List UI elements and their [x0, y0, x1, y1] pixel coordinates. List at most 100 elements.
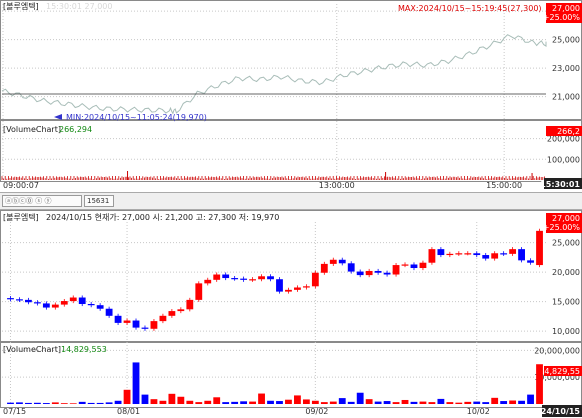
volume-bar	[186, 400, 194, 404]
candle-body	[114, 315, 122, 323]
volume-bar	[276, 401, 283, 404]
volume-bar	[69, 403, 77, 404]
candle-body	[294, 287, 301, 290]
candle-body	[123, 320, 131, 323]
candle-body	[518, 249, 525, 261]
volume-bar	[329, 401, 337, 404]
bottom-volume-value: 14,829,553	[61, 345, 107, 354]
bottom-xtick-label: 08/01	[117, 407, 140, 416]
volume-bar	[42, 403, 50, 404]
candle-body	[383, 272, 391, 275]
candle-body	[338, 259, 346, 264]
volume-bar	[123, 389, 131, 404]
volume-bar	[392, 402, 400, 404]
volume-bar	[33, 402, 41, 404]
volume-bar	[240, 401, 248, 404]
volume-bar	[428, 402, 436, 404]
bottom-current-price: 27,000	[552, 214, 580, 223]
volume-bar	[132, 362, 140, 404]
candle-body	[249, 279, 256, 281]
candle-body	[410, 264, 418, 269]
candle-body	[159, 315, 167, 322]
bottom-volume-badge-text: 4,829,55	[544, 367, 580, 376]
volume-bar	[16, 402, 23, 404]
candle-body	[401, 264, 409, 266]
volume-bar	[527, 394, 534, 404]
date-badge: 24/10/15	[541, 405, 582, 417]
candle-body	[491, 253, 499, 259]
candle-body	[455, 253, 463, 255]
bottom-vol-ytick-label: 20,000,000	[534, 346, 580, 355]
date-badge-text: 24/10/15	[541, 407, 581, 416]
volume-bar	[60, 403, 68, 404]
volume-bar	[249, 401, 256, 404]
volume-bar	[464, 401, 472, 404]
candle-body	[446, 253, 454, 256]
volume-bar	[168, 393, 176, 404]
candle-body	[150, 321, 158, 329]
volume-bar	[141, 394, 149, 404]
volume-bar	[87, 402, 95, 404]
candle-body	[141, 327, 149, 329]
volume-bar	[114, 400, 122, 404]
volume-bar	[455, 402, 463, 404]
candle-body	[527, 260, 534, 263]
bottom-ytick-label: 15,000	[552, 298, 580, 307]
candle-body	[482, 255, 490, 259]
candle-body	[132, 320, 140, 328]
volume-bar	[150, 399, 158, 404]
volume-bar	[374, 401, 382, 404]
volume-bar	[446, 402, 454, 404]
candle-body	[320, 263, 328, 273]
candle-body	[258, 276, 265, 280]
candle-body	[60, 301, 68, 305]
candle-body	[428, 249, 436, 263]
candle-body	[392, 265, 400, 275]
volume-bar	[302, 399, 310, 404]
candle-body	[285, 289, 292, 292]
bottom-price-badge: 27,000 +25.00%	[543, 213, 582, 233]
volume-bar	[518, 400, 525, 404]
candle-body	[222, 274, 230, 279]
volume-bar	[159, 400, 167, 404]
volume-bar	[258, 393, 265, 404]
candle-body	[536, 230, 543, 266]
volume-bar	[96, 402, 104, 404]
volume-bar	[294, 395, 301, 404]
candle-body	[33, 302, 41, 304]
candle-body	[276, 279, 283, 292]
candle-body	[177, 309, 185, 312]
volume-bar	[437, 398, 445, 404]
candle-body	[87, 304, 95, 306]
volume-bar	[311, 400, 319, 404]
candle-body	[213, 274, 221, 280]
volume-bar	[7, 402, 14, 404]
volume-bar	[338, 398, 346, 404]
volume-bar	[222, 402, 230, 404]
candle-body	[464, 253, 472, 255]
bottom-ytick-label: 25,000	[552, 239, 580, 248]
bottom-change-badge: +25.00%	[543, 223, 581, 232]
bottom-ytick-label: 10,000	[552, 327, 580, 336]
candle-body	[365, 270, 373, 276]
candle-body	[69, 297, 77, 302]
candle-body	[473, 253, 481, 256]
volume-bar	[204, 400, 212, 404]
candle-body	[16, 299, 23, 301]
candle-body	[186, 299, 194, 310]
bottom-xtick-label: 10/02	[467, 407, 490, 416]
volume-bar	[383, 401, 391, 404]
volume-bar	[509, 400, 517, 404]
candle-body	[240, 278, 248, 280]
bottom-title-text: 2024/10/15 현재가: 27,000 시: 21,200 고: 27,3…	[46, 213, 279, 222]
candle-body	[51, 304, 59, 308]
volume-bar	[419, 401, 427, 404]
volume-bar	[536, 364, 543, 404]
candle-body	[356, 271, 364, 276]
candle-body	[7, 298, 14, 300]
bottom-volume-badge: 4,829,55	[544, 366, 582, 376]
volume-bar	[105, 402, 113, 404]
volume-bar	[320, 402, 328, 404]
volume-bar	[267, 400, 274, 404]
candle-body	[437, 249, 445, 256]
